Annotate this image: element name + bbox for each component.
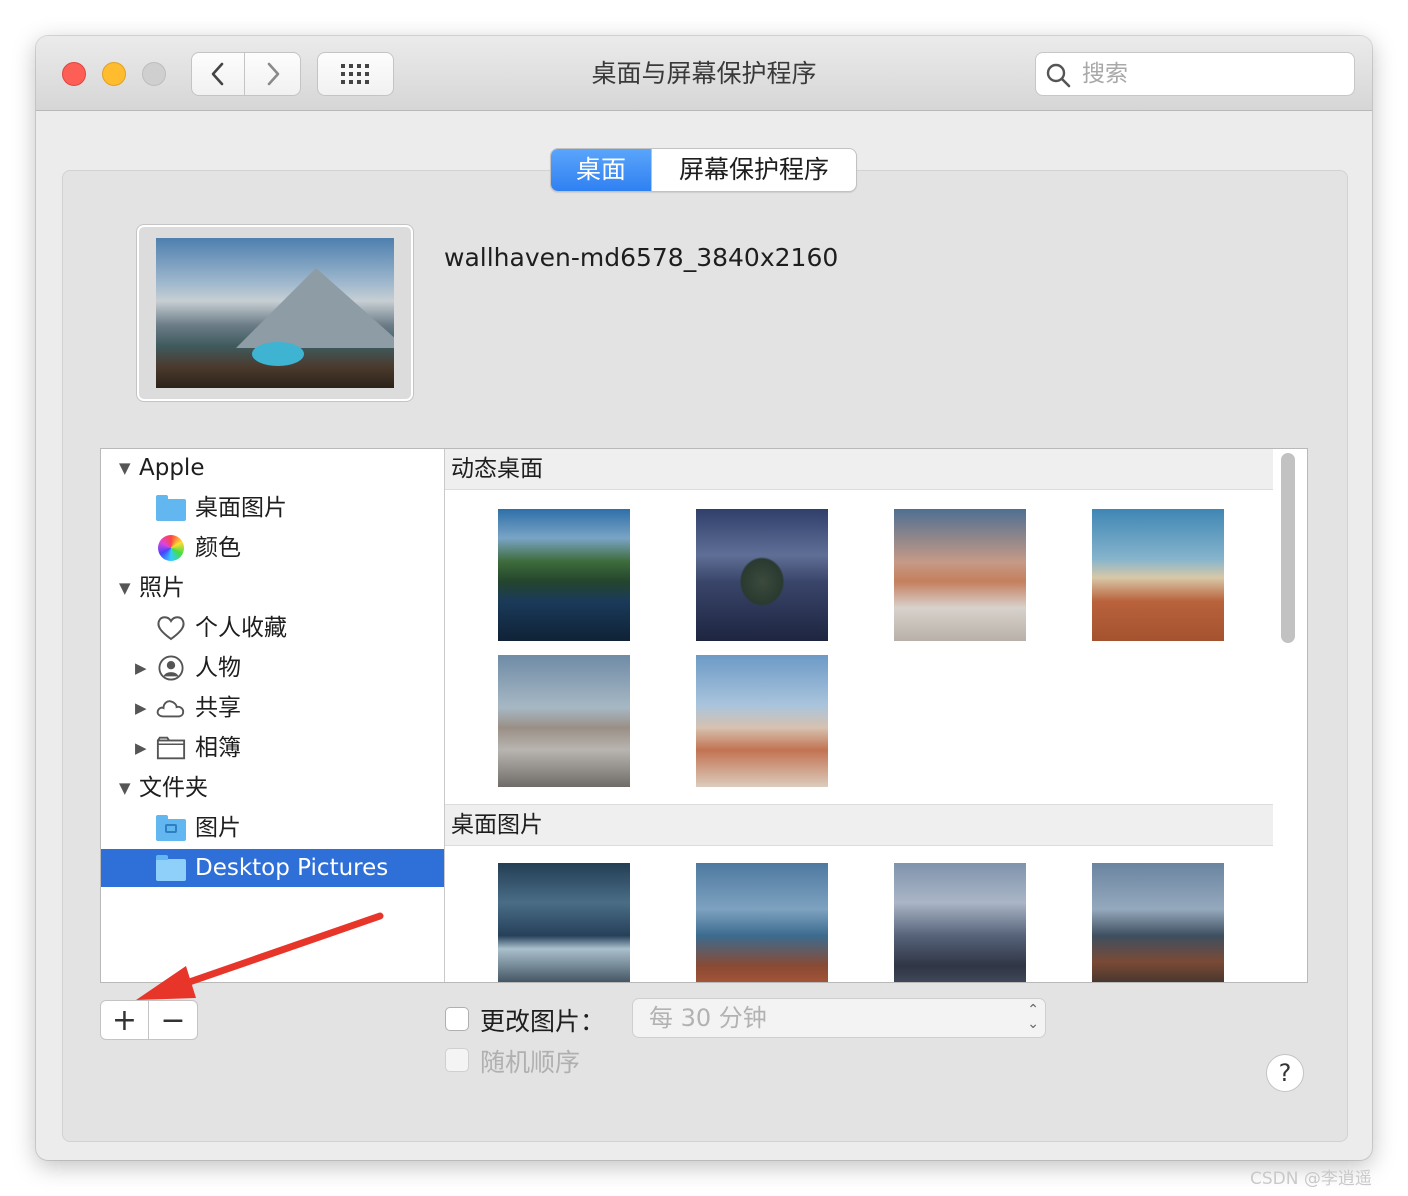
annotation-arrow-icon — [136, 912, 384, 1000]
watermark: CSDN @李逍遥 — [1250, 1169, 1372, 1189]
